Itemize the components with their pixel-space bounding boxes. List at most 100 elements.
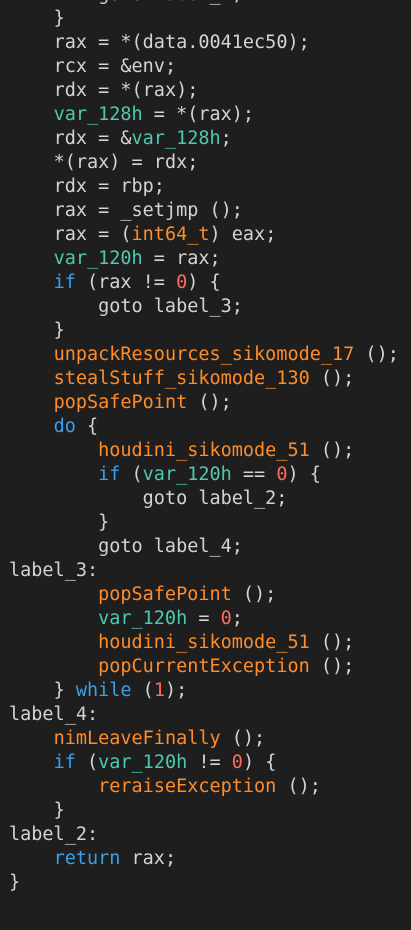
- code-text: rax = (: [53, 224, 132, 245]
- code-text: ();: [187, 392, 232, 413]
- code-line: }: [9, 871, 399, 895]
- function-call-token: reraiseException: [98, 776, 277, 797]
- keyword-token: if: [53, 272, 76, 293]
- code-text: ) {: [287, 464, 321, 485]
- code-line: goto label_2;: [9, 487, 399, 511]
- code-line: do {: [9, 415, 399, 439]
- variable-token: var_128h: [131, 128, 221, 149]
- code-line: if (rax != 0) {: [9, 271, 399, 295]
- code-text: =: [187, 608, 221, 629]
- code-text: (: [120, 464, 143, 485]
- code-text: rdx = *(rax);: [53, 80, 199, 101]
- code-text: ();: [276, 776, 321, 797]
- function-call-token: houdini_sikomode_51: [98, 632, 310, 653]
- code-line: rax = (int64_t) eax;: [9, 223, 399, 247]
- number-literal-token: 0: [276, 464, 288, 485]
- code-text: ;: [231, 608, 243, 629]
- type-token: int64_t: [131, 224, 210, 245]
- function-call-token: unpackResources_sikomode_17: [53, 344, 355, 365]
- code-line: }: [9, 319, 399, 343]
- number-literal-token: 0: [231, 752, 243, 773]
- code-editor[interactable]: goto label_2; } rax = *(data.0041ec50); …: [0, 0, 411, 930]
- code-text: }: [98, 512, 110, 533]
- code-line: nimLeaveFinally ();: [9, 727, 399, 751]
- code-line: if (var_120h != 0) {: [9, 751, 399, 775]
- code-text: rax = _setjmp ();: [53, 200, 243, 221]
- decompiled-code-view[interactable]: goto label_2; } rax = *(data.0041ec50); …: [9, 0, 399, 895]
- code-text: }: [53, 680, 76, 701]
- code-text: goto label_4;: [98, 536, 243, 557]
- variable-token: var_120h: [98, 752, 188, 773]
- code-line: } while (1);: [9, 679, 399, 703]
- code-text: (rax !=: [75, 272, 177, 293]
- code-line: houdini_sikomode_51 ();: [9, 631, 399, 655]
- code-text: (: [131, 680, 154, 701]
- code-line: houdini_sikomode_51 ();: [9, 439, 399, 463]
- variable-token: var_120h: [53, 248, 143, 269]
- code-line: var_120h = 0;: [9, 607, 399, 631]
- code-text: ();: [220, 728, 266, 749]
- code-text: ();: [231, 584, 277, 605]
- code-line: goto label_4;: [9, 535, 399, 559]
- code-text: rdx = rbp;: [53, 176, 165, 197]
- code-line: reraiseException ();: [9, 775, 399, 799]
- code-line: var_120h = rax;: [9, 247, 399, 271]
- function-call-token: stealStuff_sikomode_130: [53, 368, 310, 389]
- code-text: );: [164, 680, 188, 701]
- code-line: goto label_3;: [9, 295, 399, 319]
- code-line: rdx = &var_128h;: [9, 127, 399, 151]
- number-literal-token: 0: [220, 608, 232, 629]
- code-text: goto label_2;: [98, 0, 243, 5]
- variable-token: var_120h: [142, 464, 232, 485]
- label-token: label_4:: [9, 704, 99, 725]
- code-text: ==: [231, 464, 277, 485]
- code-text: }: [9, 872, 21, 893]
- code-line: goto label_2;: [9, 0, 399, 7]
- code-text: rdx = &: [53, 128, 132, 149]
- code-line: rax = _setjmp ();: [9, 199, 399, 223]
- code-text: ();: [354, 344, 399, 365]
- code-line: label_2:: [9, 823, 399, 847]
- code-text: }: [53, 320, 65, 341]
- variable-token: var_120h: [98, 608, 188, 629]
- code-text: ();: [309, 656, 355, 677]
- keyword-token: while: [75, 680, 132, 701]
- number-literal-token: 1: [153, 680, 165, 701]
- code-text: ) {: [242, 752, 277, 773]
- code-text: ;: [220, 128, 232, 149]
- code-line: rax = *(data.0041ec50);: [9, 31, 399, 55]
- code-text: }: [53, 8, 65, 29]
- code-line: rcx = &env;: [9, 55, 399, 79]
- code-text: ();: [309, 440, 355, 461]
- code-text: rax = *(data.0041ec50);: [53, 32, 310, 53]
- function-call-token: nimLeaveFinally: [53, 728, 221, 749]
- code-text: (: [75, 752, 99, 773]
- code-line: popSafePoint ();: [9, 391, 399, 415]
- code-line: label_4:: [9, 703, 399, 727]
- code-text: ();: [309, 368, 355, 389]
- code-text: = *(rax);: [142, 104, 255, 125]
